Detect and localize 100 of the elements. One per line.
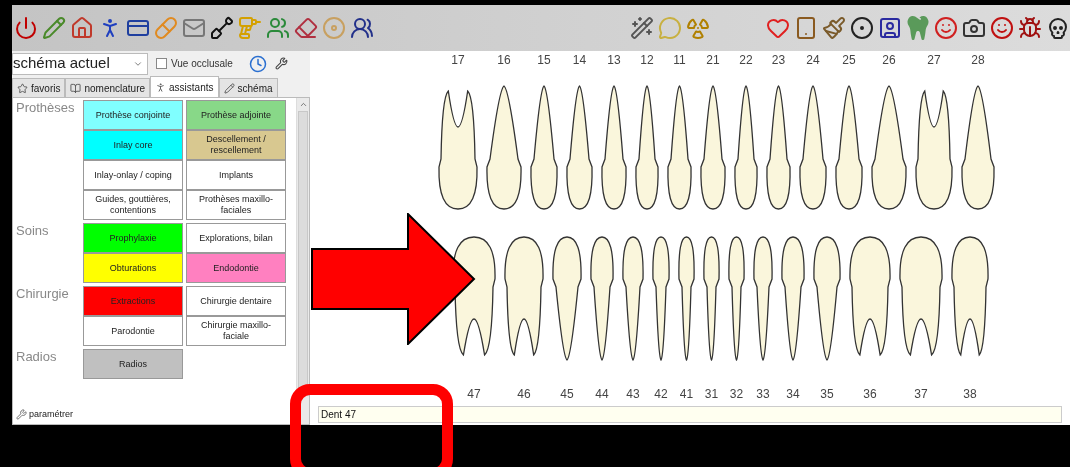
tab-icon	[223, 82, 235, 94]
tooth-drawing[interactable]	[552, 236, 582, 361]
tooth-number: 38	[963, 386, 977, 401]
assistant-button[interactable]: Endodontie	[186, 253, 286, 283]
tooth-drawing[interactable]	[703, 236, 720, 361]
tooth-number: 43	[626, 386, 640, 401]
tooth-drawing[interactable]	[486, 85, 522, 210]
category-label: Chirurgie	[16, 286, 70, 303]
assistant-button[interactable]: Descellement / rescellement	[186, 130, 286, 160]
category-label: Radios	[16, 349, 58, 366]
tooth-number: 15	[537, 52, 551, 67]
tooth-drawing[interactable]	[635, 85, 659, 210]
assistant-button[interactable]: Chirurgie maxillo-faciale	[186, 316, 286, 346]
tooth-number: 46	[517, 386, 531, 401]
scroll-up-icon	[298, 100, 308, 109]
tooth-drawing[interactable]	[915, 90, 953, 210]
assistant-button[interactable]: Prophylaxie	[83, 223, 183, 253]
assistant-button[interactable]: Prothèse conjointe	[83, 100, 183, 130]
tooth-number: 27	[927, 52, 941, 67]
shovel-icon[interactable]	[209, 14, 235, 42]
tooth-drawing[interactable]	[766, 85, 791, 210]
tab[interactable]: schéma	[218, 78, 278, 97]
tooth-drawing[interactable]	[835, 85, 863, 210]
tooth-number: 34	[786, 386, 800, 401]
tooth-number: 32	[729, 386, 744, 401]
settings-icon	[16, 408, 27, 420]
tooth-number: 28	[971, 52, 985, 67]
assistant-button[interactable]: Prothèse adjointe	[186, 100, 286, 130]
tooth-number: 12	[640, 52, 654, 67]
tooth-drawing[interactable]	[678, 236, 695, 361]
category-label: Prothèses	[16, 100, 76, 117]
magic-wand-icon[interactable]	[629, 14, 655, 42]
tooth-number: 26	[882, 52, 896, 67]
clock-icon[interactable]	[248, 54, 267, 73]
tooth-number: 24	[806, 52, 820, 67]
tooth-drawing[interactable]	[700, 85, 726, 210]
tooth-number: 25	[842, 52, 856, 67]
assistant-button[interactable]: Radios	[83, 349, 183, 379]
settings-link[interactable]: paramétrer	[29, 407, 73, 421]
assistant-button[interactable]: Parodontie	[83, 316, 183, 346]
tooth-number: 22	[739, 52, 753, 67]
tooth-number: 17	[451, 52, 465, 67]
tooth-drawing[interactable]	[652, 236, 670, 361]
tooth-drawing[interactable]	[566, 85, 593, 210]
tooth-number: 42	[654, 386, 668, 401]
category-label: Soins	[16, 223, 50, 240]
tooth-number: 45	[560, 386, 574, 401]
tooth-drawing[interactable]	[781, 236, 805, 361]
tab-icon	[70, 82, 82, 94]
assistant-button[interactable]: Extractions	[83, 286, 183, 316]
tooth-drawing[interactable]	[951, 236, 989, 356]
tooth-drawing[interactable]	[622, 236, 644, 361]
assistant-button[interactable]: Prothèses maxillo-faciales	[186, 190, 286, 220]
assistant-button[interactable]: Guides, gouttières, contentions	[83, 190, 183, 220]
tab-icon	[155, 81, 167, 93]
status-text: Dent 47	[321, 408, 357, 422]
assistant-button[interactable]: Chirurgie dentaire	[186, 286, 286, 316]
tooth-drawing[interactable]	[667, 85, 692, 210]
assistant-button[interactable]: Implants	[186, 160, 286, 190]
tooth-drawing[interactable]	[734, 85, 758, 210]
tooth-number: 44	[595, 386, 609, 401]
checkbox[interactable]	[156, 58, 167, 69]
tooth-drawing[interactable]	[753, 236, 773, 361]
tool-icon[interactable]	[274, 57, 288, 70]
tab-icon	[17, 82, 28, 94]
tooth-drawing[interactable]	[504, 236, 544, 356]
assistant-button[interactable]: Inlay core	[83, 130, 183, 160]
tooth-drawing[interactable]	[813, 236, 841, 361]
assistant-button[interactable]: Inlay-onlay / coping	[83, 160, 183, 190]
tooth-number: 23	[771, 52, 786, 67]
tooth-number: 41	[679, 386, 694, 401]
checkbox-label: Vue occlusale	[171, 57, 233, 71]
paintbrush-icon[interactable]	[821, 14, 847, 42]
scrollbar[interactable]	[296, 98, 309, 424]
view-dropdown[interactable]: schéma actuel	[12, 52, 148, 75]
tooth-number: 35	[820, 386, 834, 401]
tooth-number: 31	[704, 386, 719, 401]
tooth-drawing[interactable]	[961, 85, 995, 210]
tooth-number: 21	[706, 52, 720, 67]
tooth-drawing[interactable]	[899, 236, 943, 356]
tab[interactable]: favoris	[12, 78, 66, 97]
tooth-number: 47	[467, 386, 481, 401]
tooth-number: 33	[756, 386, 770, 401]
assistant-button[interactable]: Obturations	[83, 253, 183, 283]
tooth-number: 16	[497, 52, 511, 67]
tooth-drawing[interactable]	[849, 236, 891, 356]
tab[interactable]: nomenclature	[65, 78, 151, 97]
tooth-drawing[interactable]	[530, 85, 558, 210]
tooth-number: 36	[863, 386, 877, 401]
tooth-drawing[interactable]	[438, 90, 478, 210]
tooth-drawing[interactable]	[590, 236, 614, 361]
tab[interactable]: assistants	[150, 76, 219, 97]
tooth-drawing[interactable]	[799, 85, 827, 210]
power-icon[interactable]	[13, 14, 39, 42]
tooth-drawing[interactable]	[728, 236, 745, 361]
tooth-drawing[interactable]	[601, 85, 627, 210]
tooth-drawing[interactable]	[871, 85, 907, 210]
tooth-number: 14	[572, 52, 587, 67]
tooth-number: 37	[914, 386, 928, 401]
assistant-button[interactable]: Explorations, bilan	[186, 223, 286, 253]
